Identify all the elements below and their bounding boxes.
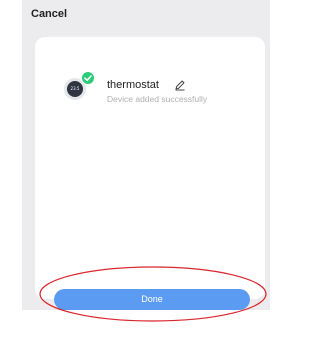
device-status-text: Device added successfully xyxy=(107,94,208,104)
cancel-button[interactable]: Cancel xyxy=(31,8,67,20)
result-card xyxy=(35,37,265,299)
done-button[interactable]: Done xyxy=(54,289,250,310)
pencil-icon[interactable] xyxy=(174,78,186,91)
thermostat-display: 23.5 xyxy=(67,81,83,97)
add-device-screen: Cancel 23.5 thermostat Device added succ… xyxy=(0,0,274,337)
check-icon xyxy=(81,71,95,85)
device-name: thermostat xyxy=(107,79,159,91)
